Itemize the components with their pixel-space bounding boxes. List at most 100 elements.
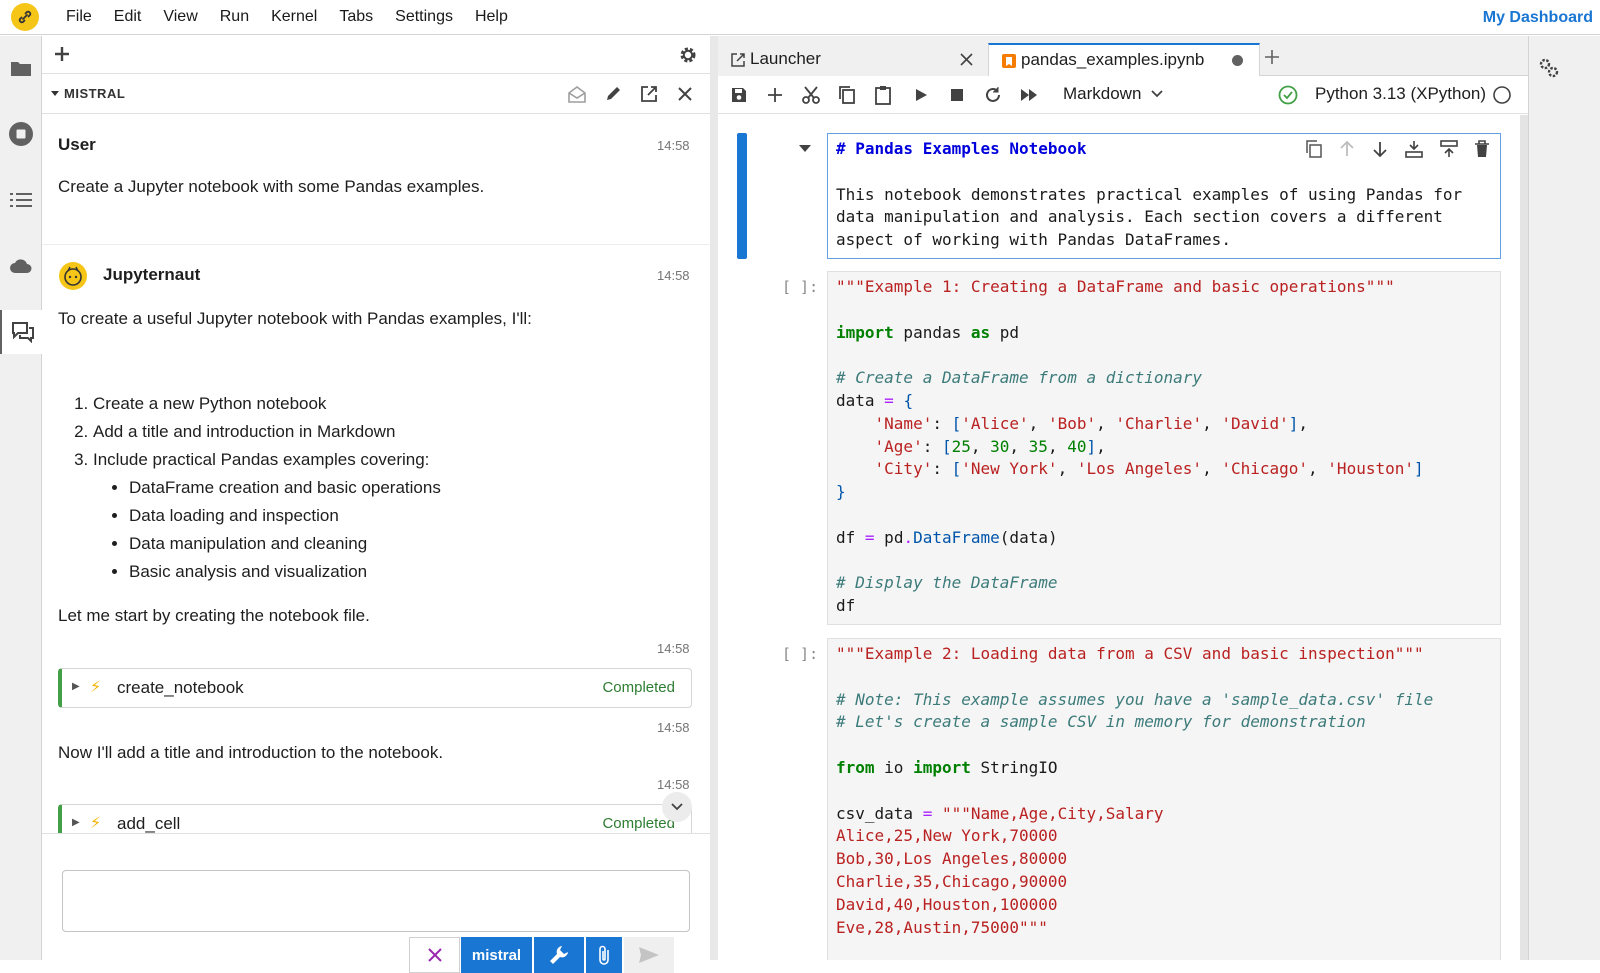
chat-input[interactable] bbox=[62, 870, 690, 932]
menu-settings[interactable]: Settings bbox=[384, 8, 464, 26]
code-cell[interactable]: """Example 1: Creating a DataFrame and b… bbox=[827, 271, 1501, 625]
stop-circle-icon bbox=[8, 121, 34, 147]
tab-label: pandas_examples.ipynb bbox=[1021, 50, 1205, 69]
message-outro: Let me start by creating the notebook fi… bbox=[58, 606, 370, 625]
restart-icon[interactable] bbox=[982, 84, 1004, 106]
menu-help[interactable]: Help bbox=[464, 8, 519, 26]
cancel-button[interactable] bbox=[409, 937, 460, 973]
right-sidebar-rail bbox=[1528, 36, 1600, 960]
menu-view[interactable]: View bbox=[152, 8, 208, 26]
tool-call-card[interactable]: ▶ ⚡ add_cell Completed bbox=[58, 804, 692, 833]
menu-kernel[interactable]: Kernel bbox=[260, 8, 328, 26]
insert-cell-plus-icon[interactable] bbox=[764, 84, 786, 106]
run-play-icon[interactable] bbox=[910, 84, 932, 106]
open-external-icon[interactable] bbox=[638, 83, 660, 105]
menu-run[interactable]: Run bbox=[209, 8, 260, 26]
message-time: 14:58 bbox=[657, 268, 690, 283]
substep-item: Data loading and inspection bbox=[129, 502, 441, 530]
paperclip-icon bbox=[597, 944, 611, 966]
close-tab-icon[interactable] bbox=[960, 53, 973, 66]
notebook-scrollbar[interactable] bbox=[1520, 115, 1528, 960]
stop-square-icon[interactable] bbox=[946, 84, 968, 106]
code-cell[interactable]: """Example 2: Loading data from a CSV an… bbox=[827, 638, 1501, 960]
tab-label: Launcher bbox=[750, 49, 821, 68]
kernel-ready-check-icon bbox=[1277, 84, 1299, 106]
message-intro: To create a useful Jupyter notebook with… bbox=[58, 309, 532, 328]
unsaved-dot-icon[interactable] bbox=[1232, 55, 1243, 66]
kernel-status-circle-icon bbox=[1491, 84, 1513, 106]
jupyternaut-avatar-icon bbox=[58, 261, 88, 291]
chat-composer: mistral bbox=[42, 833, 710, 973]
menu-file[interactable]: File bbox=[55, 8, 103, 26]
insert-below-icon[interactable] bbox=[1439, 140, 1459, 158]
substep-text: Data manipulation and cleaning bbox=[129, 534, 368, 553]
my-dashboard-link[interactable]: My Dashboard bbox=[1483, 9, 1593, 27]
edit-pencil-icon[interactable] bbox=[602, 83, 624, 105]
cell-type-dropdown[interactable]: Markdown bbox=[1063, 84, 1164, 104]
table-of-contents-button[interactable] bbox=[0, 178, 42, 222]
cell-collapser[interactable] bbox=[737, 133, 747, 259]
tools-button[interactable] bbox=[534, 937, 584, 973]
delete-trash-icon[interactable] bbox=[1474, 140, 1490, 158]
copy-icon[interactable] bbox=[836, 84, 858, 106]
tab-bar: Launcher pandas_examples.ipynb bbox=[718, 36, 1528, 77]
cut-scissors-icon[interactable] bbox=[800, 84, 822, 106]
cloud-icon bbox=[9, 258, 33, 274]
tool-call-card[interactable]: ▶ ⚡ create_notebook Completed bbox=[58, 668, 692, 708]
substep-text: Data loading and inspection bbox=[129, 506, 339, 525]
scroll-to-bottom-button[interactable] bbox=[662, 792, 692, 822]
gear-icon[interactable] bbox=[678, 45, 698, 65]
menu-bar: File Edit View Run Kernel Tabs Settings … bbox=[0, 0, 1600, 35]
collapse-heading-icon[interactable] bbox=[798, 144, 812, 153]
code-editor[interactable]: """Example 2: Loading data from a CSV an… bbox=[836, 643, 1433, 939]
markdown-line: This notebook demonstrates practical exa… bbox=[836, 184, 1463, 204]
cloud-button[interactable] bbox=[0, 244, 42, 288]
file-browser-button[interactable] bbox=[0, 46, 42, 90]
message-author: User bbox=[58, 135, 96, 154]
tab-notebook[interactable]: pandas_examples.ipynb bbox=[988, 43, 1260, 77]
send-button[interactable] bbox=[624, 937, 674, 973]
substep-item: Basic analysis and visualization bbox=[129, 558, 441, 586]
message-time: 14:58 bbox=[657, 138, 690, 153]
new-chat-plus-icon[interactable] bbox=[52, 44, 72, 64]
kernel-name[interactable]: Python 3.13 (XPython) bbox=[1315, 84, 1486, 104]
wrench-icon bbox=[548, 944, 570, 966]
move-down-arrow-icon[interactable] bbox=[1371, 140, 1389, 158]
paste-clipboard-icon[interactable] bbox=[872, 84, 894, 106]
insert-above-icon[interactable] bbox=[1404, 140, 1424, 158]
collapse-triangle-icon[interactable] bbox=[50, 90, 60, 98]
attach-button[interactable] bbox=[586, 937, 622, 973]
step-item: Include practical Pandas examples coveri… bbox=[93, 446, 441, 586]
property-inspector-gears-icon[interactable] bbox=[1537, 56, 1561, 80]
duplicate-cell-icon[interactable] bbox=[1305, 140, 1323, 158]
substep-text: DataFrame creation and basic operations bbox=[129, 478, 441, 497]
markdown-heading: # Pandas Examples Notebook bbox=[836, 139, 1087, 158]
menu-edit[interactable]: Edit bbox=[103, 8, 153, 26]
notebook-content: # Pandas Examples Notebook This notebook… bbox=[718, 115, 1520, 960]
jupyter-logo-icon[interactable] bbox=[11, 3, 39, 31]
chat-button[interactable] bbox=[0, 310, 43, 354]
tab-launcher[interactable]: Launcher bbox=[718, 43, 1005, 76]
fast-forward-icon[interactable] bbox=[1018, 84, 1040, 106]
step-item: Add a title and introduction in Markdown bbox=[93, 418, 441, 446]
panel-splitter[interactable] bbox=[710, 36, 718, 960]
list-icon bbox=[10, 191, 32, 209]
folder-icon bbox=[10, 59, 32, 77]
mark-read-envelope-icon[interactable] bbox=[566, 83, 588, 105]
markdown-cell[interactable]: # Pandas Examples Notebook This notebook… bbox=[827, 133, 1501, 259]
save-icon[interactable] bbox=[728, 84, 750, 106]
close-icon[interactable] bbox=[674, 83, 696, 105]
lightning-icon: ⚡ bbox=[90, 679, 102, 696]
running-sessions-button[interactable] bbox=[0, 112, 42, 156]
new-tab-plus-icon[interactable] bbox=[1264, 49, 1280, 65]
expand-triangle-icon[interactable]: ▶ bbox=[72, 681, 80, 692]
cell-actions-toolbar bbox=[1305, 140, 1490, 158]
code-editor[interactable]: """Example 1: Creating a DataFrame and b… bbox=[836, 276, 1424, 618]
expand-triangle-icon[interactable]: ▶ bbox=[72, 817, 80, 828]
step-text: Create a new Python notebook bbox=[93, 394, 327, 413]
model-select-button[interactable]: mistral bbox=[461, 937, 532, 973]
move-up-arrow-icon[interactable] bbox=[1338, 140, 1356, 158]
markdown-line: aspect of working with Pandas DataFrames… bbox=[836, 230, 1231, 250]
menu-tabs[interactable]: Tabs bbox=[328, 8, 384, 26]
tool-status: Completed bbox=[602, 679, 675, 696]
